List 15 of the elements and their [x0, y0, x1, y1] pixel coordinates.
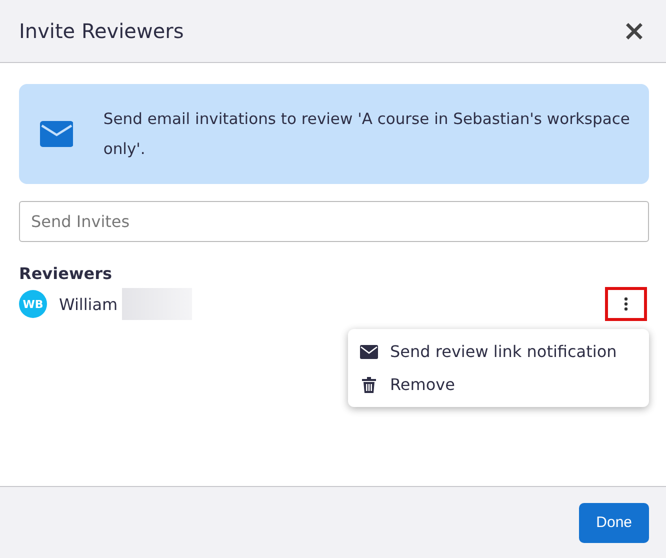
info-text: Send email invitations to review 'A course in Sebastian's workspace only'. — [103, 109, 631, 160]
avatar: WB — [19, 290, 47, 318]
reviewer-name: William — [59, 294, 118, 314]
close-button[interactable]: × — [618, 17, 650, 45]
section-heading: Reviewers — [19, 264, 113, 283]
more-icon — [624, 297, 628, 311]
dialog-title: Invite Reviewers — [19, 19, 185, 43]
invite-field[interactable]: Send Invites — [19, 201, 649, 242]
envelope-icon — [40, 120, 74, 148]
trash-icon — [360, 376, 378, 392]
more-button[interactable] — [605, 287, 647, 321]
envelope-icon — [360, 344, 378, 358]
menu-item[interactable]: Send review link notification — [348, 335, 649, 368]
done-button[interactable]: Done — [579, 502, 649, 542]
menu-item[interactable]: Remove — [348, 368, 649, 401]
